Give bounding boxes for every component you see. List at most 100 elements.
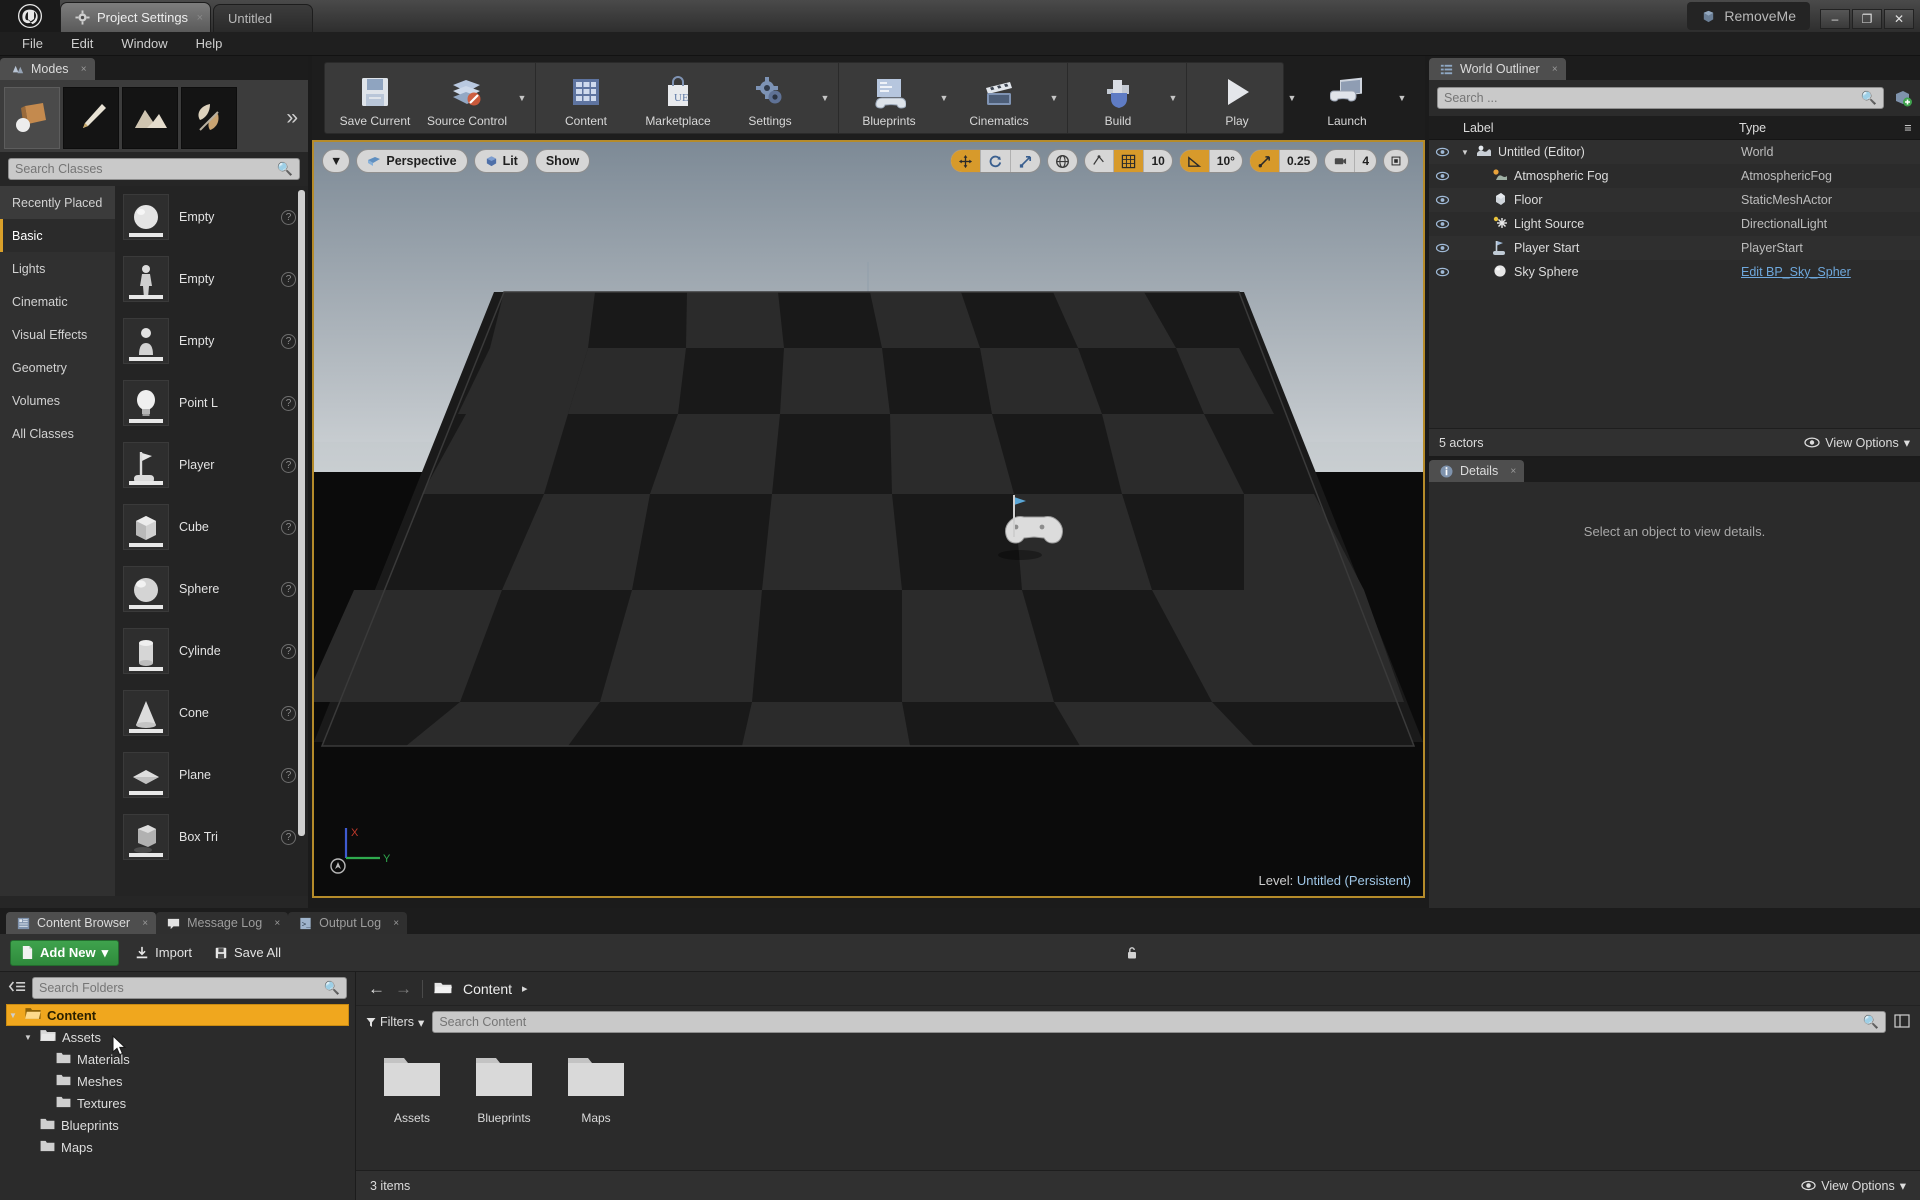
category-recently-placed[interactable]: Recently Placed: [0, 186, 115, 219]
folder-node-textures[interactable]: Textures: [6, 1092, 349, 1114]
menu-edit[interactable]: Edit: [59, 34, 105, 53]
outliner-row-light-source[interactable]: Light SourceDirectionalLight: [1429, 212, 1920, 236]
outliner-col-label[interactable]: Label: [1429, 121, 1739, 135]
toolbar-blueprints-button[interactable]: Blueprints: [843, 63, 935, 133]
level-viewport[interactable]: ▼ Perspective Lit Show: [312, 140, 1425, 898]
paint-mode-button[interactable]: [63, 87, 119, 149]
world-coordinate-toggle[interactable]: [1048, 150, 1077, 172]
placement-asset-info-icon[interactable]: ?: [281, 334, 296, 349]
asset-tile-blueprints[interactable]: Blueprints: [466, 1052, 542, 1125]
toolbar-play-dropdown[interactable]: ▼: [1283, 63, 1301, 133]
toolbar-build-dropdown[interactable]: ▼: [1164, 63, 1182, 133]
outliner-column-settings-icon[interactable]: ≡: [1896, 121, 1920, 135]
folder-expander-icon[interactable]: ▼: [9, 1011, 19, 1020]
maximize-viewport-button[interactable]: [1383, 149, 1409, 173]
tab-output-log[interactable]: >_ Output Log ×: [288, 912, 407, 934]
placement-asset-sphere-6[interactable]: Sphere?: [115, 558, 308, 620]
expand-modes-chevron-icon[interactable]: »: [286, 106, 304, 130]
visibility-toggle-icon[interactable]: [1429, 147, 1455, 157]
category-basic[interactable]: Basic: [0, 219, 115, 252]
breadcrumb-caret-icon[interactable]: ▸: [522, 982, 528, 995]
breadcrumb-content[interactable]: Content: [463, 981, 512, 997]
scale-snap-value[interactable]: 0.25: [1280, 150, 1317, 172]
scale-snap-toggle[interactable]: [1250, 150, 1280, 172]
outliner-view-options[interactable]: View Options ▾: [1804, 435, 1910, 450]
placement-asset-info-icon[interactable]: ?: [281, 706, 296, 721]
viewport-options-menu[interactable]: ▼: [322, 149, 350, 173]
landscape-mode-button[interactable]: [122, 87, 178, 149]
category-volumes[interactable]: Volumes: [0, 384, 115, 417]
outliner-row-sky-sphere[interactable]: Sky SphereEdit BP_Sky_Spher: [1429, 260, 1920, 284]
outliner-search-input[interactable]: [1444, 91, 1861, 105]
close-icon[interactable]: ×: [197, 12, 203, 24]
toolbar-content-button[interactable]: Content: [540, 63, 632, 133]
visibility-toggle-icon[interactable]: [1429, 171, 1455, 181]
camera-mode-menu[interactable]: Perspective: [356, 149, 467, 173]
collapse-tree-icon[interactable]: [8, 979, 26, 997]
place-mode-button[interactable]: [4, 87, 60, 149]
camera-speed-value[interactable]: 4: [1355, 150, 1376, 172]
placement-asset-info-icon[interactable]: ?: [281, 272, 296, 287]
list-view-icon[interactable]: [1894, 1014, 1910, 1031]
tab-message-log[interactable]: Message Log ×: [156, 912, 288, 934]
placement-asset-cube-5[interactable]: Cube?: [115, 496, 308, 558]
folder-node-meshes[interactable]: Meshes: [6, 1070, 349, 1092]
outliner-col-type[interactable]: Type: [1739, 121, 1896, 135]
asset-tile-maps[interactable]: Maps: [558, 1052, 634, 1125]
outliner-search-field[interactable]: 🔍: [1437, 87, 1884, 109]
folder-search-input[interactable]: [39, 981, 324, 995]
close-icon[interactable]: ×: [81, 64, 87, 75]
placement-asset-info-icon[interactable]: ?: [281, 830, 296, 845]
toolbar-cinematics-button[interactable]: Cinematics: [953, 63, 1045, 133]
nav-forward-button[interactable]: →: [395, 979, 412, 999]
placement-asset-info-icon[interactable]: ?: [281, 458, 296, 473]
window-tab-untitled[interactable]: Untitled: [213, 4, 313, 32]
rotation-snap-toggle[interactable]: [1180, 150, 1210, 172]
placement-asset-plane-9[interactable]: Plane?: [115, 744, 308, 806]
tab-world-outliner[interactable]: World Outliner ×: [1429, 58, 1566, 80]
placement-asset-point-l-3[interactable]: Point L?: [115, 372, 308, 434]
toolbar-settings-dropdown[interactable]: ▼: [816, 63, 834, 133]
content-search-field[interactable]: 🔍: [432, 1011, 1886, 1033]
menu-file[interactable]: File: [10, 34, 55, 53]
grid-snap-value[interactable]: 10: [1144, 150, 1171, 172]
close-icon[interactable]: ×: [274, 918, 280, 929]
placement-asset-info-icon[interactable]: ?: [281, 644, 296, 659]
visibility-toggle-icon[interactable]: [1429, 267, 1455, 277]
rotation-snap-value[interactable]: 10°: [1210, 150, 1242, 172]
outliner-expander-icon[interactable]: ▼: [1461, 148, 1470, 157]
tab-modes[interactable]: Modes ×: [0, 58, 95, 80]
category-all-classes[interactable]: All Classes: [0, 417, 115, 450]
category-geometry[interactable]: Geometry: [0, 351, 115, 384]
placement-asset-list[interactable]: Empty?Empty?Empty?Point L?Player?Cube?Sp…: [115, 186, 308, 896]
tab-content-browser[interactable]: Content Browser ×: [6, 912, 156, 934]
category-lights[interactable]: Lights: [0, 252, 115, 285]
folder-node-assets[interactable]: ▼Assets: [6, 1026, 349, 1048]
toolbar-marketplace-button[interactable]: UEMarketplace: [632, 63, 724, 133]
select-translate-tool[interactable]: [951, 150, 981, 172]
close-icon[interactable]: ×: [393, 918, 399, 929]
toolbar-play-button[interactable]: Play: [1191, 63, 1283, 133]
toolbar-blueprints-dropdown[interactable]: ▼: [935, 63, 953, 133]
nav-back-button[interactable]: ←: [368, 979, 385, 999]
toolbar-settings-button[interactable]: Settings: [724, 63, 816, 133]
save-all-button[interactable]: Save All: [208, 945, 287, 960]
placement-asset-cone-8[interactable]: Cone?: [115, 682, 308, 744]
view-mode-menu[interactable]: Lit: [474, 149, 529, 173]
visibility-toggle-icon[interactable]: [1429, 195, 1455, 205]
folder-node-materials[interactable]: Materials: [6, 1048, 349, 1070]
unreal-engine-logo[interactable]: [0, 0, 60, 32]
placement-asset-info-icon[interactable]: ?: [281, 520, 296, 535]
close-icon[interactable]: ×: [142, 918, 148, 929]
placement-asset-cylinde-7[interactable]: Cylinde?: [115, 620, 308, 682]
window-tab-project-settings[interactable]: Project Settings ×: [60, 2, 211, 32]
close-icon[interactable]: ×: [1552, 64, 1558, 75]
maximize-button[interactable]: ❐: [1852, 9, 1882, 29]
toolbar-cinematics-dropdown[interactable]: ▼: [1045, 63, 1063, 133]
category-visual-effects[interactable]: Visual Effects: [0, 318, 115, 351]
folder-node-content[interactable]: ▼Content: [6, 1004, 349, 1026]
minimize-button[interactable]: –: [1820, 9, 1850, 29]
folder-node-maps[interactable]: Maps: [6, 1136, 349, 1158]
placement-asset-box-tri-10[interactable]: Box Tri?: [115, 806, 308, 868]
outliner-row-type[interactable]: Edit BP_Sky_Spher: [1741, 265, 1851, 279]
